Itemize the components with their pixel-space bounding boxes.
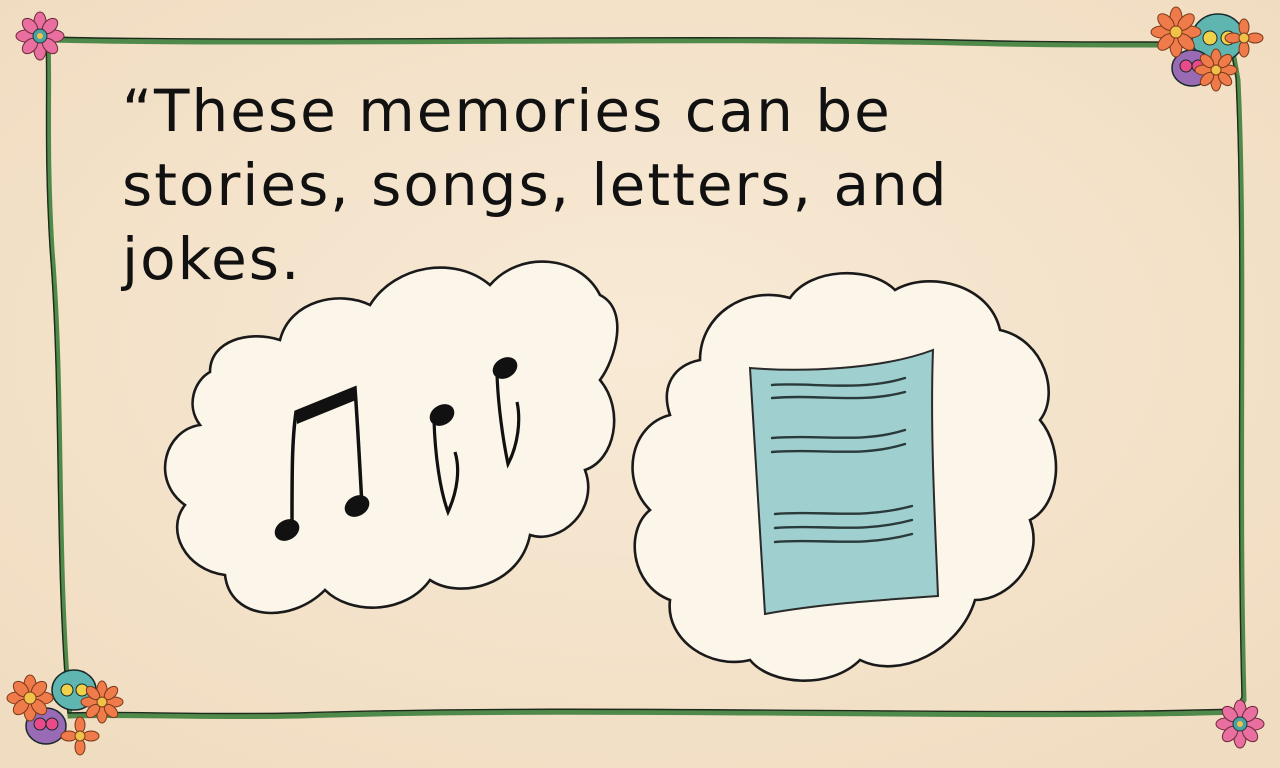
caption-quote: “These memories can be stories, songs, l…: [122, 74, 1022, 296]
illustration-page: “These memories can be stories, songs, l…: [0, 0, 1280, 768]
marigold-flower-icon: [1194, 48, 1238, 92]
marigold-flower-icon: [80, 680, 124, 724]
caption-line-3: jokes.: [122, 225, 302, 293]
caption-line-1: “These memories can be: [122, 77, 892, 145]
letter-paper-icon: [748, 348, 940, 616]
caption-line-2: stories, songs, letters, and: [122, 151, 949, 219]
